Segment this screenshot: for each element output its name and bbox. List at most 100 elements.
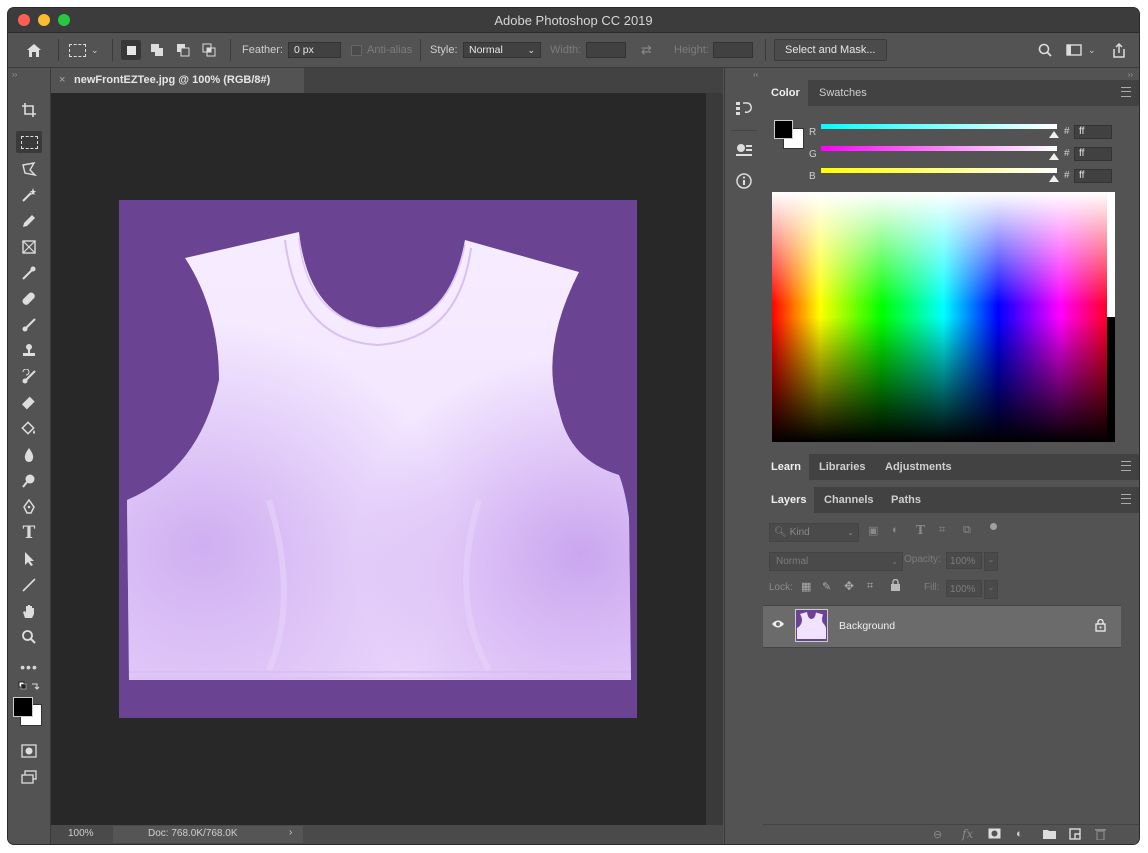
chevron-right-icon[interactable]: › bbox=[289, 827, 292, 838]
eraser-tool-icon[interactable] bbox=[16, 392, 42, 414]
hand-tool-icon[interactable] bbox=[16, 600, 42, 622]
opacity-dropdown-icon[interactable]: ⌄ bbox=[984, 552, 998, 571]
pen-tool-icon[interactable] bbox=[16, 496, 42, 518]
tab-learn[interactable]: Learn bbox=[763, 454, 809, 480]
layer-row[interactable]: Background bbox=[763, 605, 1121, 648]
properties-panel-icon[interactable] bbox=[735, 142, 753, 161]
dodge-tool-icon[interactable] bbox=[16, 470, 42, 492]
layer-filter-select[interactable]: 🔍︎ Kind ⌄ bbox=[769, 523, 859, 542]
magic-wand-tool-icon[interactable] bbox=[16, 184, 42, 206]
filter-pixel-icon[interactable]: ▣ bbox=[868, 524, 878, 537]
color-spectrum[interactable] bbox=[772, 192, 1115, 442]
zoom-tool-icon[interactable] bbox=[16, 626, 42, 648]
adjustment-layer-icon[interactable]: ◐ bbox=[1016, 828, 1023, 840]
tab-paths[interactable]: Paths bbox=[883, 487, 929, 513]
red-slider-thumb[interactable] bbox=[1049, 131, 1059, 138]
eye-icon[interactable] bbox=[771, 619, 785, 632]
history-panel-icon[interactable] bbox=[735, 100, 753, 119]
workspace-icon[interactable]: ⌄ bbox=[1066, 33, 1096, 67]
foreground-color-swatch[interactable] bbox=[774, 120, 793, 139]
tab-channels[interactable]: Channels bbox=[816, 487, 882, 513]
green-hex-input[interactable]: ff bbox=[1074, 147, 1112, 161]
panel-menu-icon[interactable] bbox=[1121, 494, 1131, 504]
lock-image-icon[interactable]: ✎ bbox=[822, 580, 831, 593]
screen-mode-icon[interactable] bbox=[16, 766, 42, 788]
red-slider[interactable] bbox=[821, 124, 1057, 129]
subtract-from-selection-button[interactable] bbox=[176, 33, 190, 67]
red-hex-input[interactable]: ff bbox=[1074, 125, 1112, 139]
add-mask-icon[interactable] bbox=[988, 828, 1001, 842]
opacity-input[interactable]: 100% bbox=[946, 552, 982, 569]
vertical-scrollbar[interactable] bbox=[706, 93, 723, 825]
fill-input[interactable]: 100% bbox=[946, 580, 982, 597]
lock-transparency-icon[interactable]: ▦ bbox=[801, 580, 811, 593]
filter-type-icon[interactable]: T bbox=[916, 523, 925, 537]
foreground-color-swatch[interactable] bbox=[13, 697, 33, 717]
blur-tool-icon[interactable] bbox=[16, 444, 42, 466]
green-slider-thumb[interactable] bbox=[1049, 153, 1059, 160]
blue-slider[interactable] bbox=[821, 168, 1057, 173]
tab-color[interactable]: Color bbox=[763, 80, 808, 106]
collapse-icon[interactable]: ‹‹ bbox=[753, 70, 758, 79]
eyedropper-shape-tool-icon[interactable] bbox=[16, 210, 42, 232]
crop-tool-icon[interactable] bbox=[16, 99, 42, 121]
fx-icon[interactable]: fx bbox=[962, 827, 973, 841]
info-icon[interactable] bbox=[735, 172, 753, 193]
document-tab[interactable]: × newFrontEZTee.jpg @ 100% (RGB/8#) bbox=[51, 68, 304, 93]
filter-toggle-icon[interactable] bbox=[990, 523, 997, 530]
fill-dropdown-icon[interactable]: ⌄ bbox=[984, 580, 998, 599]
clone-stamp-tool-icon[interactable] bbox=[16, 340, 42, 362]
document-canvas[interactable] bbox=[119, 200, 637, 718]
width-input[interactable] bbox=[586, 42, 626, 58]
home-icon[interactable] bbox=[26, 33, 42, 67]
panel-menu-icon[interactable] bbox=[1121, 87, 1131, 97]
marquee-preset-icon[interactable]: ⌄ bbox=[69, 33, 99, 67]
canvas-area[interactable] bbox=[51, 93, 706, 825]
tab-swatches[interactable]: Swatches bbox=[811, 80, 875, 106]
line-tool-icon[interactable] bbox=[16, 574, 42, 596]
height-input[interactable] bbox=[713, 42, 753, 58]
trash-icon[interactable] bbox=[1095, 828, 1106, 843]
search-icon[interactable] bbox=[1038, 33, 1052, 67]
layer-name[interactable]: Background bbox=[839, 620, 895, 632]
blue-hex-input[interactable]: ff bbox=[1074, 169, 1112, 183]
antialias-checkbox[interactable]: Anti-alias bbox=[351, 33, 412, 67]
path-selection-tool-icon[interactable] bbox=[16, 548, 42, 570]
close-tab-icon[interactable]: × bbox=[59, 74, 65, 86]
zoom-level[interactable]: 100% bbox=[68, 828, 94, 839]
filter-shape-icon[interactable]: ⌗ bbox=[939, 524, 945, 537]
frame-tool-icon[interactable] bbox=[16, 236, 42, 258]
lasso-tool-icon[interactable] bbox=[16, 158, 42, 180]
feather-input[interactable]: 0 px bbox=[288, 42, 341, 58]
new-selection-button[interactable] bbox=[121, 33, 141, 67]
tab-layers[interactable]: Layers bbox=[763, 487, 815, 513]
new-layer-icon[interactable] bbox=[1069, 828, 1081, 843]
filter-smart-object-icon[interactable]: ⧉ bbox=[963, 524, 971, 537]
type-tool-icon[interactable]: T bbox=[16, 522, 42, 544]
collapse-icon[interactable]: ›› bbox=[12, 70, 17, 79]
folder-icon[interactable] bbox=[1043, 828, 1056, 842]
intersect-selection-button[interactable] bbox=[202, 33, 216, 67]
green-slider[interactable] bbox=[821, 146, 1057, 151]
add-to-selection-button[interactable] bbox=[150, 33, 164, 67]
eyedropper-tool-icon[interactable] bbox=[16, 262, 42, 284]
panel-menu-icon[interactable] bbox=[1121, 461, 1131, 471]
history-brush-tool-icon[interactable] bbox=[16, 366, 42, 388]
healing-brush-tool-icon[interactable] bbox=[16, 288, 42, 310]
filter-adjustment-icon[interactable]: ◐ bbox=[892, 524, 899, 536]
rectangular-marquee-tool-icon[interactable] bbox=[16, 131, 42, 153]
select-and-mask-button[interactable]: Select and Mask... bbox=[774, 33, 887, 67]
tab-libraries[interactable]: Libraries bbox=[811, 454, 873, 480]
paint-bucket-tool-icon[interactable] bbox=[16, 418, 42, 440]
lock-icon[interactable] bbox=[1095, 618, 1106, 635]
quick-mask-icon[interactable] bbox=[16, 740, 42, 762]
more-tools-icon[interactable]: ••• bbox=[16, 656, 42, 678]
swap-colors-icon[interactable] bbox=[16, 681, 42, 693]
lock-artboard-icon[interactable]: ⌗ bbox=[867, 580, 873, 593]
lock-position-icon[interactable]: ✥ bbox=[844, 579, 854, 593]
blend-mode-select[interactable]: Normal ⌄ bbox=[769, 552, 903, 571]
brush-tool-icon[interactable] bbox=[16, 314, 42, 336]
blue-slider-thumb[interactable] bbox=[1049, 175, 1059, 182]
link-layers-icon[interactable]: ⊖ bbox=[933, 828, 942, 841]
lock-all-icon[interactable] bbox=[890, 578, 901, 594]
